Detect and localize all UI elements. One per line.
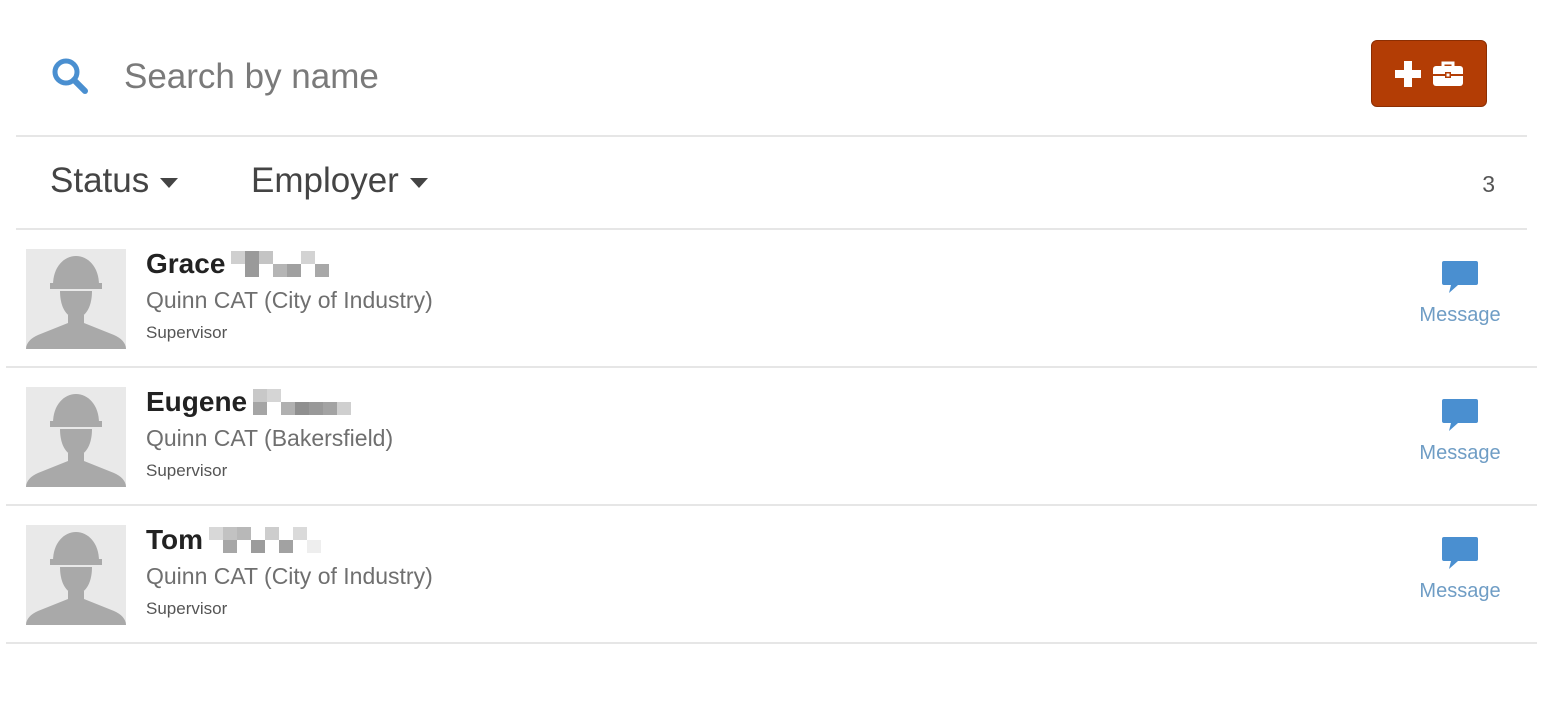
- employer-filter-label: Employer: [251, 161, 399, 200]
- list-item[interactable]: Tom Quinn CAT (City of Industry) Supervi…: [6, 506, 1537, 644]
- message-button[interactable]: Message: [1410, 398, 1510, 465]
- employer-text: Quinn CAT (City of Industry): [146, 563, 433, 589]
- role-text: Supervisor: [146, 461, 228, 480]
- employer-text: Quinn CAT (Bakersfield): [146, 425, 394, 451]
- first-name: Grace: [146, 248, 226, 279]
- redacted-last-name: [253, 389, 352, 415]
- list-item[interactable]: Grace Quinn CAT (City of Industry) Super…: [6, 230, 1537, 368]
- employer-filter-dropdown[interactable]: Employer: [251, 161, 428, 201]
- search-bar: [16, 0, 1527, 137]
- search-icon[interactable]: [50, 56, 90, 96]
- role-text: Supervisor: [146, 323, 228, 342]
- avatar: [26, 525, 126, 625]
- message-label: Message: [1419, 442, 1501, 464]
- status-filter-label: Status: [50, 161, 150, 200]
- message-button[interactable]: Message: [1410, 536, 1510, 603]
- people-list: Grace Quinn CAT (City of Industry) Super…: [6, 230, 1537, 644]
- avatar: [26, 387, 126, 487]
- status-filter-dropdown[interactable]: Status: [50, 161, 179, 201]
- list-item[interactable]: Eugene Quinn CAT (Bakersfield) Superviso…: [6, 368, 1537, 506]
- chevron-down-icon: [160, 178, 179, 188]
- worker-silhouette-icon: [26, 256, 126, 349]
- message-button[interactable]: Message: [1410, 260, 1510, 327]
- message-label: Message: [1419, 580, 1501, 602]
- redacted-last-name: [231, 251, 330, 277]
- person-name: Grace: [146, 248, 330, 280]
- briefcase-icon: [1433, 61, 1463, 86]
- speech-bubble-icon: [1442, 399, 1478, 431]
- avatar: [26, 249, 126, 349]
- first-name: Eugene: [146, 386, 248, 417]
- role-text: Supervisor: [146, 599, 228, 618]
- search-input[interactable]: [124, 52, 1024, 102]
- worker-silhouette-icon: [26, 532, 126, 625]
- speech-bubble-icon: [1442, 261, 1478, 293]
- redacted-last-name: [209, 527, 322, 553]
- message-label: Message: [1419, 304, 1501, 326]
- speech-bubble-icon: [1442, 537, 1478, 569]
- person-name: Eugene: [146, 386, 352, 418]
- filter-bar: Status Employer 3: [16, 137, 1527, 230]
- add-job-button[interactable]: [1371, 40, 1487, 107]
- chevron-down-icon: [409, 178, 428, 188]
- person-name: Tom: [146, 524, 322, 556]
- employer-text: Quinn CAT (City of Industry): [146, 287, 433, 313]
- first-name: Tom: [146, 524, 204, 555]
- worker-silhouette-icon: [26, 394, 126, 487]
- plus-icon: [1395, 60, 1421, 87]
- result-count: 3: [1482, 171, 1495, 197]
